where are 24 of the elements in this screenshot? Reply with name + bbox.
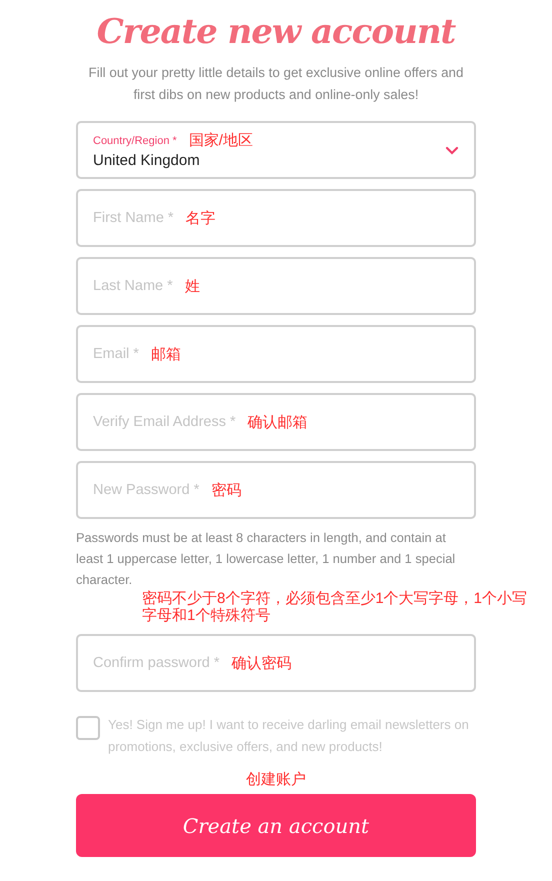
input-field[interactable]: Confirm password * xyxy=(93,655,220,671)
annotation-text: 姓 xyxy=(184,276,200,296)
annotation-text: 名字 xyxy=(186,208,216,228)
subtitle: Fill out your pretty little details to get exclusive online offers and first dibs on new products and online-only sales! xyxy=(88,64,464,104)
annotation-text: 确认邮箱 xyxy=(248,412,308,432)
create-account-button[interactable]: Create an account xyxy=(76,794,476,857)
newsletter-checkbox[interactable] xyxy=(76,716,100,740)
annotation-text: 邮箱 xyxy=(150,344,181,364)
field-label: Country/Region * xyxy=(93,134,177,146)
chevron-down-icon xyxy=(445,146,459,154)
input-field[interactable]: Verify Email Address * xyxy=(93,414,236,430)
annotation-text: 创建账户 xyxy=(246,770,306,789)
input-field[interactable]: Last Name * xyxy=(93,278,173,294)
annotation-text: 密码 xyxy=(211,480,242,500)
country-select[interactable]: Country/Region * 国家/地区 United Kingdom xyxy=(76,121,476,179)
page-title: Create new account xyxy=(96,11,456,54)
newsletter-label: Yes! Sign me up! I want to receive darling email newsletters on promotions, exclusive offers, and new products! xyxy=(108,716,470,756)
password-hint: Passwords must be at least 8 characters in length, and contain at least 1 uppercase letter, 1 lowercase letter, 1 number and 1 special character. xyxy=(76,529,456,589)
annotation-text: 确认密码 xyxy=(232,654,292,672)
input-field[interactable]: New Password * xyxy=(93,482,200,498)
annotation-text: 国家/地区 xyxy=(188,131,253,150)
annotation-text: 密码不少于8个字符，必须包含至少1个大写字母，1个小写字母和1个特殊符号 xyxy=(142,590,528,624)
input-field[interactable]: Email * xyxy=(93,346,139,362)
input-field[interactable]: First Name * xyxy=(93,210,174,226)
